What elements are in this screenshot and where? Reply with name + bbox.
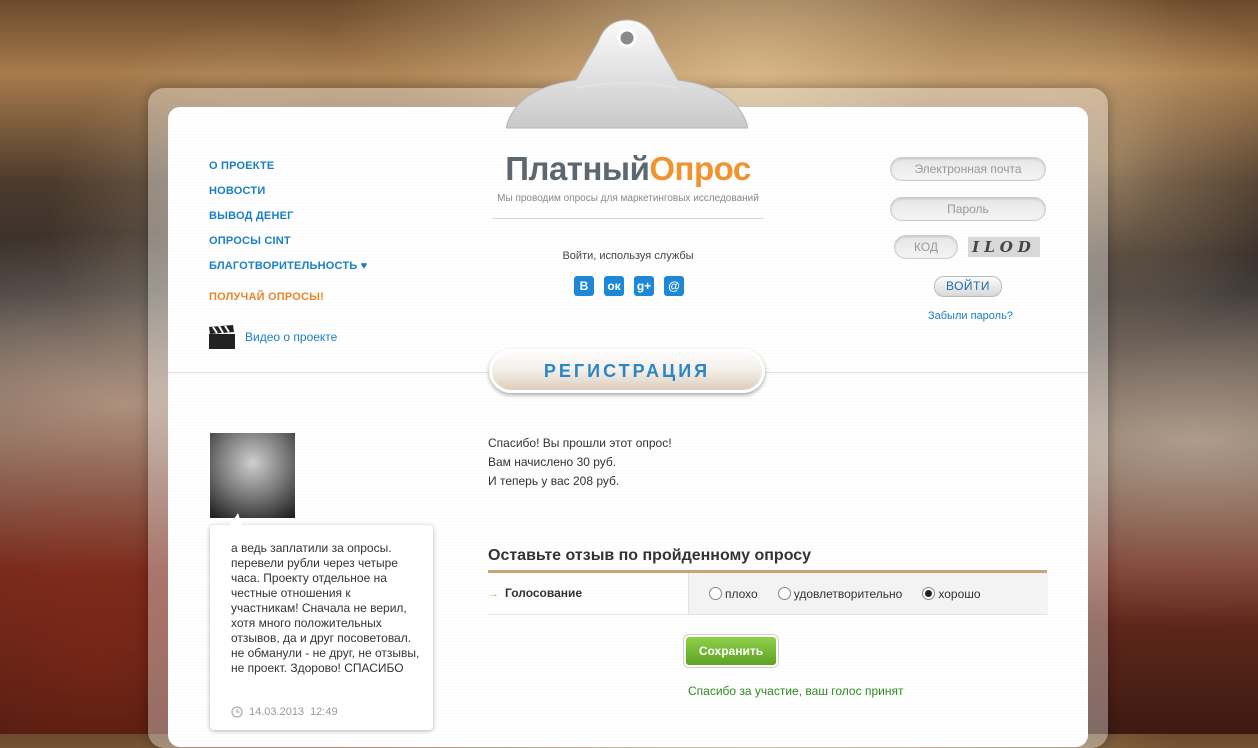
main-nav: О ПРОЕКТЕ НОВОСТИ ВЫВОД ДЕНЕГ ОПРОСЫ CIN… xyxy=(209,160,367,316)
feedback-title: Оставьте отзыв по пройденному опросу xyxy=(488,547,812,564)
forgot-password-link[interactable]: Забыли пароль? xyxy=(928,310,1048,322)
logo-part2: Опрос xyxy=(649,150,751,187)
vote-label: → Голосование xyxy=(488,573,688,614)
site-logo[interactable]: ПлатныйОпрос Мы проводим опросы для марк… xyxy=(492,150,764,219)
save-button[interactable]: Сохранить xyxy=(686,637,776,665)
vote-option-bad-label: плохо xyxy=(725,586,758,601)
clipboard-clip-icon xyxy=(506,19,748,129)
logo-tagline: Мы проводим опросы для маркетинговых исс… xyxy=(497,193,759,204)
clapperboard-icon xyxy=(209,325,235,349)
captcha-code-field[interactable]: КОД xyxy=(894,235,958,259)
login-form: Электронная почта Пароль КОД ILOD ВОЙТИ … xyxy=(890,157,1048,322)
email-field[interactable]: Электронная почта xyxy=(890,157,1046,181)
testimonial-bubble: а ведь заплатили за опросы. перевели руб… xyxy=(210,513,433,730)
nav-news-link[interactable]: НОВОСТИ xyxy=(209,185,367,210)
login-button[interactable]: ВОЙТИ xyxy=(934,276,1002,297)
testimonial-text: а ведь заплатили за опросы. перевели руб… xyxy=(231,541,420,675)
clock-icon xyxy=(231,706,243,718)
nav-about-link[interactable]: О ПРОЕКТЕ xyxy=(209,160,367,185)
radio-good[interactable] xyxy=(922,587,936,600)
social-login-label: Войти, используя службы xyxy=(562,250,694,262)
google-plus-icon[interactable]: g+ xyxy=(634,276,654,296)
vote-label-text: Голосование xyxy=(505,586,583,600)
nav-get-polls-link[interactable]: ПОЛУЧАЙ ОПРОСЫ! xyxy=(209,291,367,316)
vote-accepted-message: Спасибо за участие, ваш голос принят xyxy=(688,684,904,698)
social-login-icons: B ок g+ @ xyxy=(574,276,684,296)
register-button[interactable]: РЕГИСТРАЦИЯ xyxy=(489,349,765,393)
vote-options: плохо удовлетворительно хорошо xyxy=(688,573,1048,614)
testimonial-meta: 14.03.2013 12:49 xyxy=(231,706,338,718)
vote-option-ok[interactable]: удовлетворительно xyxy=(777,586,903,601)
logo-divider xyxy=(492,218,764,219)
password-field[interactable]: Пароль xyxy=(890,197,1046,221)
avatar xyxy=(210,433,295,518)
logo-part1: Платный xyxy=(505,150,650,187)
nav-withdraw-link[interactable]: ВЫВОД ДЕНЕГ xyxy=(209,210,367,235)
vote-option-ok-label: удовлетворительно xyxy=(793,586,903,601)
mail-icon[interactable]: @ xyxy=(664,276,684,296)
nav-charity-link[interactable]: БЛАГОТВОРИТЕЛЬНОСТЬ ♥ xyxy=(209,260,367,285)
radio-bad[interactable] xyxy=(709,587,722,600)
captcha-image: ILOD xyxy=(968,237,1040,257)
survey-result: Спасибо! Вы прошли этот опрос! Вам начис… xyxy=(488,434,672,491)
testimonial-time: 12:49 xyxy=(310,706,338,718)
arrow-icon: → xyxy=(488,588,499,600)
vk-icon[interactable]: B xyxy=(574,276,594,296)
vote-option-good[interactable]: хорошо xyxy=(922,586,981,601)
radio-ok[interactable] xyxy=(777,587,791,600)
result-line-1: Спасибо! Вы прошли этот опрос! xyxy=(488,436,672,450)
vote-option-bad[interactable]: плохо xyxy=(709,587,758,601)
result-line-2: Вам начислено 30 руб. xyxy=(488,455,617,469)
video-link[interactable]: Видео о проекте xyxy=(209,325,337,349)
nav-cint-link[interactable]: ОПРОСЫ CINT xyxy=(209,235,367,260)
feedback-vote-row: → Голосование плохо удовлетворительно хор… xyxy=(488,573,1048,615)
testimonial-date: 14.03.2013 xyxy=(249,706,305,718)
video-link-label[interactable]: Видео о проекте xyxy=(245,330,337,344)
vote-option-good-label: хорошо xyxy=(938,586,981,601)
odnoklassniki-icon[interactable]: ок xyxy=(604,276,624,296)
result-line-3: И теперь у вас 208 руб. xyxy=(488,474,620,488)
